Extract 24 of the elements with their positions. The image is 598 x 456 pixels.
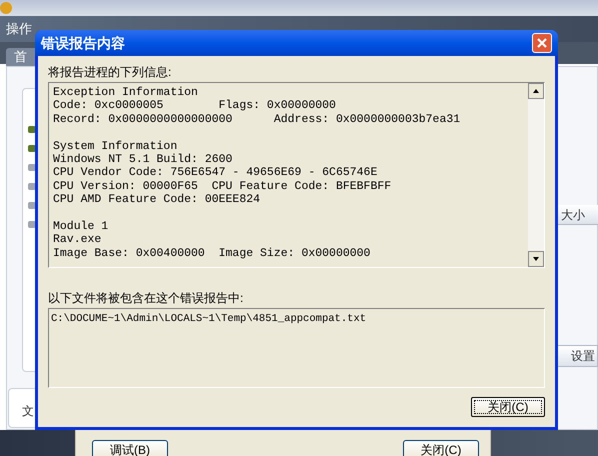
report-line: Exception Information — [53, 86, 199, 100]
report-line: Windows NT 5.1 Build: 2600 — [53, 153, 234, 166]
files-label: 以下文件将被包含在这个错误报告中: — [48, 291, 244, 305]
scroll-down-icon[interactable] — [528, 251, 544, 267]
close-button[interactable]: 关闭(C) — [471, 397, 545, 417]
scroll-up-icon[interactable] — [528, 83, 544, 99]
report-line: CPU Version: 00000F65 CPU Feature Code: BFEBFBFF — [53, 180, 392, 194]
report-line: Code: 0xc0000005 Flags: 0x00000000 — [53, 99, 337, 113]
info-label: 文 — [22, 403, 34, 420]
scrollbar[interactable] — [528, 83, 544, 267]
report-label: 将报告进程的下列信息: — [48, 65, 172, 79]
report-line: Image Base: 0x00400000 Image Size: 0x00000000 — [53, 246, 372, 260]
report-line: CPU AMD Feature Code: 00EEE824 — [53, 193, 262, 207]
report-line: System Information — [53, 140, 178, 154]
report-line: Record: 0x0000000000000000 Address: 0x0000000003b7ea31 — [53, 112, 462, 126]
report-line: Rav.exe — [53, 233, 102, 247]
close-icon[interactable] — [532, 33, 552, 53]
report-line: CPU Vendor Code: 756E6547 - 49656E69 - 6C65746E — [53, 166, 378, 180]
settings-button[interactable]: 设置 — [557, 345, 598, 367]
menu-item[interactable]: 操作 — [6, 19, 32, 38]
file-path: C:\DOCUME~1\Admin\LOCALS~1\Temp\4851_appcompat.txt — [51, 313, 368, 326]
report-line: Module 1 — [53, 220, 110, 234]
app-logo-icon — [0, 2, 12, 14]
column-header: 大小 — [557, 205, 598, 225]
